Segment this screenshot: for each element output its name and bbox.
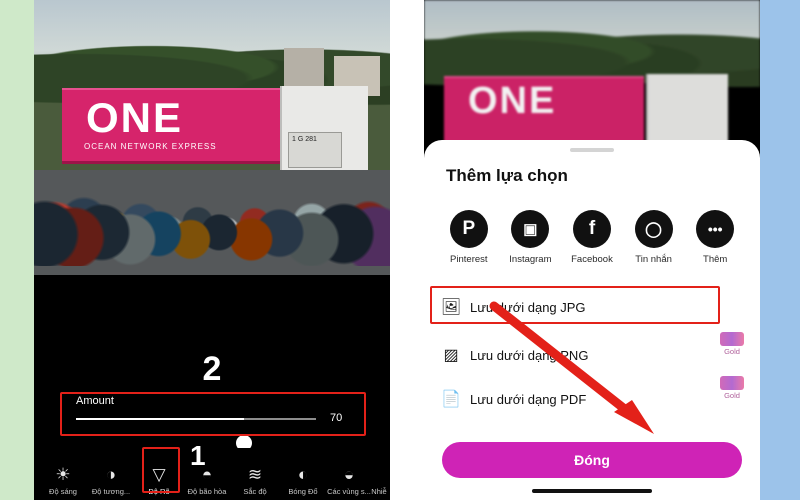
photo-shipping-container: ONE [444, 76, 644, 146]
right-phone-screen: ONE Thêm lựa chọn P Pinterest ▣ Instagra… [424, 0, 760, 500]
sheet-grabber[interactable] [570, 148, 614, 152]
photo-preview-blurred: ONE [424, 0, 760, 160]
tool-label: Nhiễ [371, 487, 387, 496]
share-target-facebook[interactable]: f Facebook [561, 210, 623, 282]
share-target-pinterest[interactable]: P Pinterest [438, 210, 500, 282]
noise-icon [366, 463, 390, 487]
share-target-more[interactable]: ••• Thêm [684, 210, 746, 282]
screenshot-stage: ONE OCEAN NETWORK EXPRESS 1 G 281 2 Amou… [0, 0, 800, 500]
highlight-save-jpg [430, 286, 720, 324]
share-targets-row: P Pinterest ▣ Instagram f Facebook ◯ Tin… [438, 210, 746, 282]
shadow-icon: ◐ [297, 465, 309, 484]
share-label: Thêm [703, 254, 728, 265]
hue-icon: ≋ [247, 465, 263, 484]
gold-badge-bar [720, 376, 744, 390]
share-target-messages[interactable]: ◯ Tin nhắn [623, 210, 685, 282]
callout-number-1: 1 [190, 440, 206, 471]
tool-contrast[interactable]: ◑ Độ tương... [86, 463, 136, 496]
instagram-icon: ▣ [511, 210, 550, 248]
share-label: Instagram [509, 254, 552, 265]
share-label: Facebook [571, 254, 613, 265]
messages-icon: ◯ [634, 210, 673, 248]
gold-badge-bar [720, 332, 744, 346]
gold-badge-label: Gold [724, 347, 740, 356]
pinterest-icon: P [449, 210, 488, 248]
gold-badge: Gold [718, 376, 746, 400]
highlight-amount-slider [60, 392, 366, 436]
tool-noise[interactable]: Nhiễ [366, 463, 390, 496]
tool-label: Bóng Đổ [288, 487, 318, 496]
highlight-clarity-tool [142, 447, 180, 493]
more-dots-icon: ••• [696, 210, 735, 248]
tool-label: Sắc độ [243, 487, 267, 496]
photo-crowd-front [34, 196, 390, 266]
close-button[interactable]: Đóng [442, 442, 742, 478]
tool-label: Các vùng s... [327, 487, 371, 496]
save-option-pdf[interactable]: 📄 Lưu dưới dạng PDF Gold [438, 376, 746, 418]
sheet-title: Thêm lựa chọn [446, 166, 568, 185]
container-subtext: OCEAN NETWORK EXPRESS [84, 142, 217, 151]
save-option-png[interactable]: ▨ Lưu dưới dạng PNG Gold [438, 332, 746, 374]
share-target-instagram[interactable]: ▣ Instagram [500, 210, 562, 282]
facebook-icon: f [572, 210, 611, 248]
png-file-icon: ▨ [443, 347, 459, 364]
tool-shadow[interactable]: ◐ Bóng Đổ [278, 463, 328, 496]
gold-badge: Gold [718, 332, 746, 356]
save-option-label: Lưu dưới dạng PNG [470, 347, 589, 363]
container-logo-text: ONE [86, 94, 184, 141]
gold-badge-label: Gold [724, 391, 740, 400]
contrast-icon: ◑ [105, 465, 117, 484]
share-label: Tin nhắn [635, 254, 672, 265]
right-background-strip [759, 0, 800, 500]
pdf-file-icon: 📄 [441, 391, 461, 408]
tool-label: Độ sáng [49, 487, 77, 496]
edit-toolbar: ☀ Độ sáng ◑ Độ tương... ▽ Độ Rõ ◓ Độ bão… [34, 448, 390, 500]
tool-hue[interactable]: ≋ Sắc độ [230, 463, 280, 496]
left-background-strip [0, 0, 34, 500]
photo-shipping-container: ONE OCEAN NETWORK EXPRESS [62, 88, 280, 164]
truck-plate: 1 G 281 [292, 136, 317, 143]
step-number-2: 2 [202, 350, 222, 388]
photo-preview: ONE OCEAN NETWORK EXPRESS 1 G 281 [34, 0, 390, 275]
photo-truck: 1 G 281 [280, 86, 368, 170]
tool-label: Độ tương... [91, 487, 131, 496]
home-indicator [532, 489, 652, 493]
container-logo-text: ONE [468, 80, 557, 122]
brightness-icon: ☀ [55, 465, 71, 484]
save-option-label: Lưu dưới dạng PDF [470, 391, 587, 407]
tool-label: Độ bão hòa [187, 487, 227, 496]
tool-brightness[interactable]: ☀ Độ sáng [38, 463, 88, 496]
share-label: Pinterest [450, 254, 488, 265]
